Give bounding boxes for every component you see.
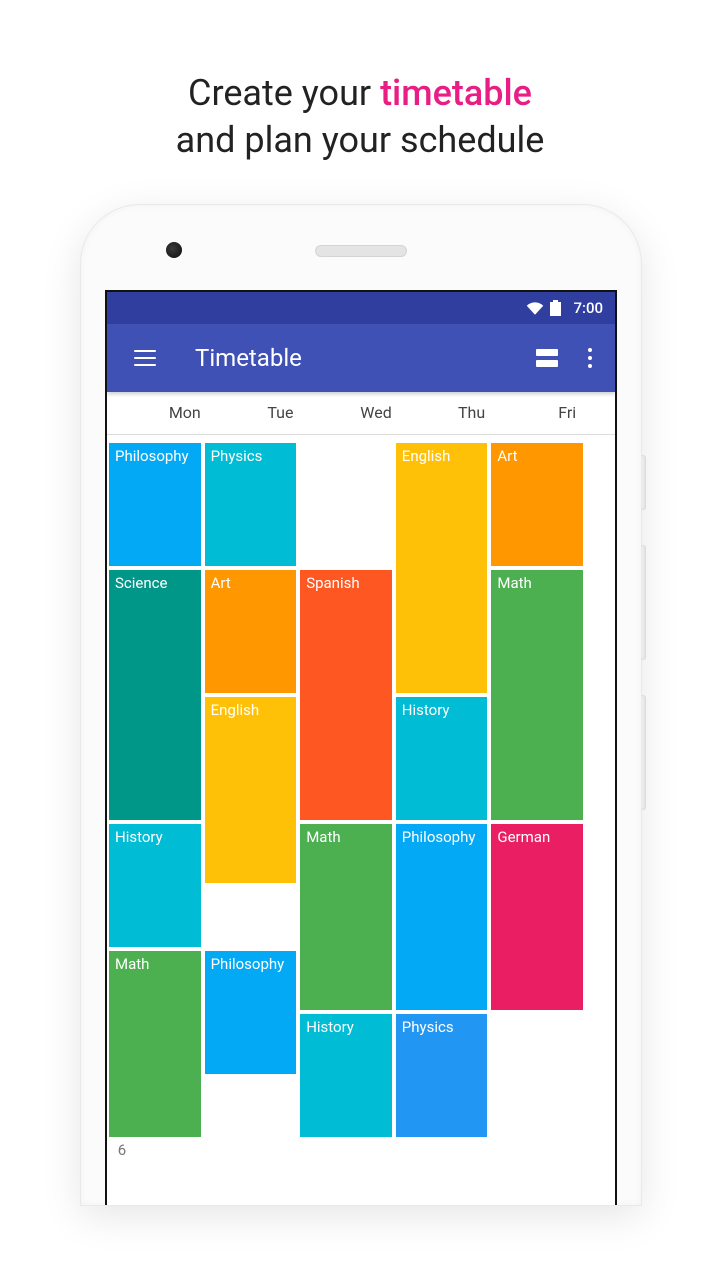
device-side-button (641, 455, 646, 510)
device-camera (166, 242, 182, 258)
day-header[interactable]: Thu (424, 403, 520, 422)
battery-icon (550, 300, 561, 316)
hamburger-icon (134, 350, 156, 366)
day-header[interactable]: Wed (328, 403, 424, 422)
timetable-event[interactable]: English (396, 443, 488, 693)
timetable-event[interactable]: Math (300, 824, 392, 1011)
promo-headline: Create your timetable and plan your sche… (0, 0, 720, 204)
timetable-event[interactable]: German (491, 824, 583, 1011)
timetable-event[interactable]: Art (205, 570, 297, 693)
timetable-event[interactable]: Science (109, 570, 201, 820)
device-side-button (641, 695, 646, 810)
timetable-event[interactable]: Physics (396, 1014, 488, 1137)
day-header[interactable]: Tue (233, 403, 329, 422)
timetable-event[interactable]: Physics (205, 443, 297, 566)
overflow-menu-button[interactable] (577, 344, 591, 372)
day-header[interactable]: Mon (137, 403, 233, 422)
period-label: 6 (107, 1141, 137, 1159)
device-frame: 7:00 Timetable Mon Tue Wed Thu (80, 204, 642, 1206)
timetable-event[interactable]: History (396, 697, 488, 820)
day-header[interactable]: Fri (519, 403, 615, 422)
timetable-event[interactable]: Spanish (300, 570, 392, 820)
wifi-icon (526, 301, 544, 315)
device-speaker (315, 245, 407, 257)
device-side-button (641, 545, 646, 660)
app-bar: Timetable (107, 324, 615, 392)
rows-icon (536, 349, 558, 367)
timetable-event[interactable]: Art (491, 443, 583, 566)
timetable-event[interactable]: History (109, 824, 201, 947)
promo-post: and plan your schedule (176, 119, 545, 161)
view-toggle-button[interactable] (533, 344, 561, 372)
device-screen: 7:00 Timetable Mon Tue Wed Thu (105, 290, 617, 1205)
timetable-event[interactable]: Philosophy (205, 951, 297, 1074)
day-header-row: Mon Tue Wed Thu Fri (107, 392, 615, 435)
menu-button[interactable] (131, 344, 159, 372)
promo-pre: Create your (188, 72, 380, 114)
promo-highlight: timetable (380, 72, 532, 114)
more-vert-icon (588, 348, 592, 368)
timetable-event[interactable]: Math (491, 570, 583, 820)
status-time: 7:00 (573, 299, 603, 317)
timetable-event[interactable]: Philosophy (109, 443, 201, 566)
timetable-event[interactable]: Philosophy (396, 824, 488, 1011)
status-bar: 7:00 (107, 292, 615, 324)
timetable-event[interactable]: History (300, 1014, 392, 1137)
timetable-event[interactable]: English (205, 697, 297, 884)
page-title: Timetable (195, 344, 525, 372)
timetable-event[interactable]: Math (109, 951, 201, 1138)
